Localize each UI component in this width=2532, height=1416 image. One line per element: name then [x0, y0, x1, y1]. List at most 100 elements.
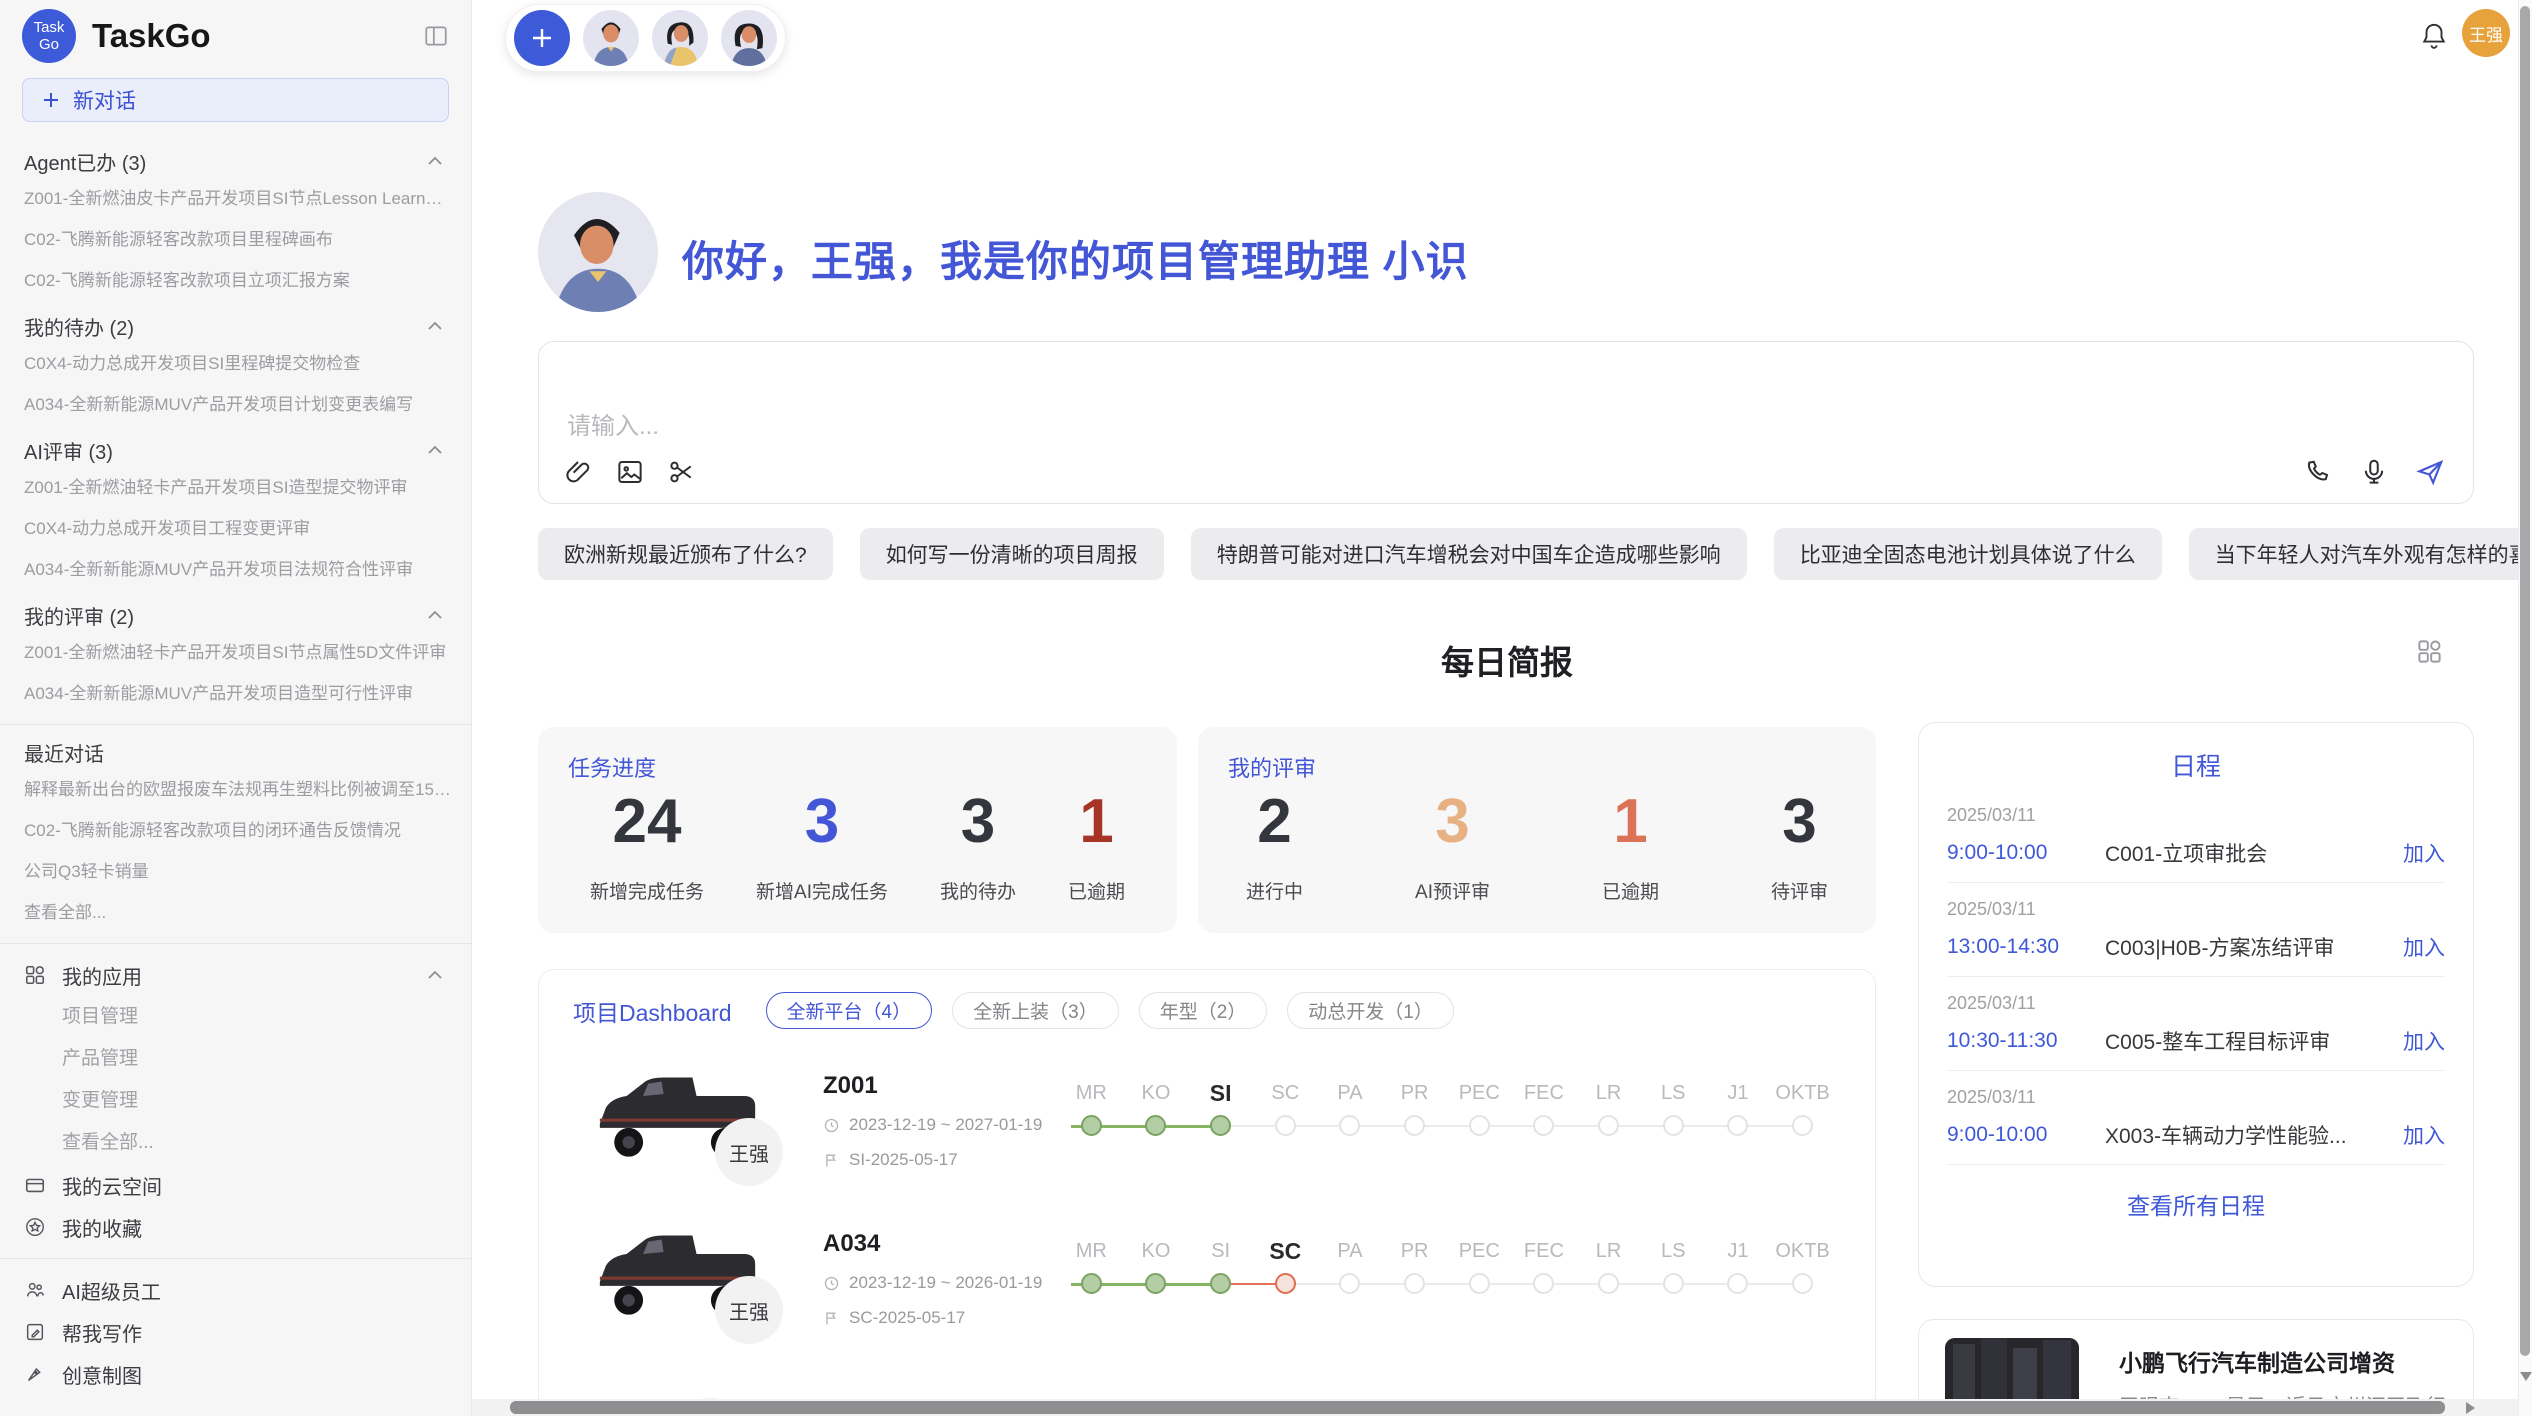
scroll-right-arrow-icon[interactable] [2466, 1402, 2475, 1414]
milestone-node[interactable] [1404, 1115, 1425, 1136]
section-my-review[interactable]: 我的评审 (2) [0, 598, 471, 632]
schedule-name: C001-立项审批会 [2105, 838, 2391, 868]
send-icon[interactable] [2415, 457, 2445, 487]
project-media: 王强 [589, 1218, 835, 1348]
section-agent-done[interactable]: Agent已办 (3) [0, 144, 471, 178]
suggestion-chip[interactable]: 特朗普可能对进口汽车增税会对中国车企造成哪些影响 [1191, 528, 1747, 580]
image-icon[interactable] [615, 457, 645, 487]
app-item-change-mgmt[interactable]: 变更管理 [0, 1080, 471, 1122]
milestone-node[interactable] [1339, 1115, 1360, 1136]
section-ai-review[interactable]: AI评审 (3) [0, 433, 471, 467]
milestone-node[interactable] [1598, 1273, 1619, 1294]
milestone-node[interactable] [1792, 1115, 1813, 1136]
sidebar-item[interactable]: A034-全新新能源MUV产品开发项目计划变更表编写 [0, 384, 471, 425]
scroll-down-arrow-icon[interactable] [2520, 1372, 2532, 1381]
sidebar-item[interactable]: Z001-全新燃油轻卡产品开发项目SI造型提交物评审 [0, 467, 471, 508]
view-all-chats[interactable]: 查看全部... [0, 892, 471, 933]
sidebar-item[interactable]: C02-飞腾新能源轻客改款项目立项汇报方案 [0, 260, 471, 301]
milestone-node[interactable] [1469, 1273, 1490, 1294]
phone-call-icon[interactable] [2303, 457, 2333, 487]
microphone-icon[interactable] [2359, 457, 2389, 487]
milestone-node-done[interactable] [1210, 1273, 1231, 1294]
milestone-label: SI [1211, 1234, 1230, 1268]
sidebar-item[interactable]: C0X4-动力总成开发项目工程变更评审 [0, 508, 471, 549]
join-meeting-link[interactable]: 加入 [2403, 838, 2445, 868]
milestone-node[interactable] [1598, 1115, 1619, 1136]
creative-draw-label: 创意制图 [62, 1360, 142, 1389]
sidebar-item-cloud-space[interactable]: 我的云空间 [0, 1164, 471, 1206]
sidebar-item[interactable]: C0X4-动力总成开发项目SI里程碑提交物检查 [0, 343, 471, 384]
tab-model-year[interactable]: 年型（2） [1139, 992, 1268, 1029]
sidebar-item[interactable]: A034-全新新能源MUV产品开发项目造型可行性评审 [0, 673, 471, 714]
collapse-sidebar-icon[interactable] [421, 23, 451, 49]
milestone-node[interactable] [1663, 1115, 1684, 1136]
tab-new-platform[interactable]: 全新平台（4） [766, 992, 933, 1029]
suggestion-chip[interactable]: 欧洲新规最近颁布了什么? [538, 528, 833, 580]
join-meeting-link[interactable]: 加入 [2403, 1026, 2445, 1056]
sidebar-item-ai-employee[interactable]: AI超级员工 [0, 1269, 471, 1311]
milestone-node[interactable] [1727, 1273, 1748, 1294]
agent-avatar[interactable] [583, 10, 639, 66]
scissors-icon[interactable] [667, 457, 697, 487]
schedule-time: 9:00-10:00 [1947, 841, 2105, 865]
milestone-node[interactable] [1339, 1273, 1360, 1294]
agent-avatar[interactable] [652, 10, 708, 66]
milestone-node[interactable] [1275, 1115, 1296, 1136]
milestone-node[interactable] [1404, 1273, 1425, 1294]
milestone-node[interactable] [1792, 1273, 1813, 1294]
suggestion-chip[interactable]: 比亚迪全固态电池计划具体说了什么 [1774, 528, 2162, 580]
milestone-label: PEC [1459, 1234, 1500, 1268]
notification-bell-icon[interactable] [2419, 20, 2449, 52]
milestone-node-done[interactable] [1081, 1273, 1102, 1294]
section-my-todo[interactable]: 我的待办 (2) [0, 309, 471, 343]
sidebar-item[interactable]: A034-全新新能源MUV产品开发项目法规符合性评审 [0, 549, 471, 590]
sidebar-item[interactable]: Z001-全新燃油皮卡产品开发项目SI节点Lesson Learn报告 [0, 178, 471, 219]
app-item-product-mgmt[interactable]: 产品管理 [0, 1038, 471, 1080]
project-row[interactable]: 王强 Z001 2023-12-19 ~ 2027-01-19 SI-2025-… [539, 1050, 1875, 1210]
briefing-layout-icon[interactable] [2416, 638, 2443, 665]
milestone-node-done[interactable] [1145, 1115, 1166, 1136]
owner-name: 王强 [729, 1296, 769, 1325]
milestone-node[interactable] [1469, 1115, 1490, 1136]
milestone-node-current[interactable] [1210, 1115, 1231, 1136]
recent-chat-item[interactable]: 公司Q3轻卡销量 [0, 851, 471, 892]
project-row[interactable]: 王强 A034 2023-12-19 ~ 2026-01-19 SC-2025-… [539, 1208, 1875, 1368]
tab-new-body[interactable]: 全新上装（3） [952, 992, 1119, 1029]
recent-chat-item[interactable]: 解释最新出台的欧盟报废车法规再生塑料比例被调至15%... [0, 769, 471, 810]
new-chat-button[interactable]: 新对话 [22, 78, 449, 122]
milestone-node-done[interactable] [1145, 1273, 1166, 1294]
milestone-node[interactable] [1727, 1115, 1748, 1136]
cloud-space-icon [24, 1174, 46, 1196]
milestone-node[interactable] [1663, 1273, 1684, 1294]
sidebar-item-favorites[interactable]: 我的收藏 [0, 1206, 471, 1248]
milestone-node-late[interactable] [1275, 1273, 1296, 1294]
sidebar-item[interactable]: C02-飞腾新能源轻客改款项目里程碑画布 [0, 219, 471, 260]
horizontal-scrollbar-thumb[interactable] [510, 1401, 2445, 1414]
sidebar-item[interactable]: Z001-全新燃油轻卡产品开发项目SI节点属性5D文件评审 [0, 632, 471, 673]
view-all-schedule-link[interactable]: 查看所有日程 [1947, 1187, 2445, 1221]
sidebar-item-creative-draw[interactable]: 创意制图 [0, 1353, 471, 1395]
milestone-node-done[interactable] [1081, 1115, 1102, 1136]
join-meeting-link[interactable]: 加入 [2403, 932, 2445, 962]
chat-input[interactable] [539, 342, 2473, 450]
tab-powertrain[interactable]: 动总开发（1） [1287, 992, 1454, 1029]
sidebar-item-help-write[interactable]: 帮我写作 [0, 1311, 471, 1353]
sidebar-item-my-apps[interactable]: 我的应用 [0, 954, 471, 996]
stat-value: 1 [1602, 789, 1659, 855]
suggestion-chip[interactable]: 如何写一份清晰的项目周报 [860, 528, 1164, 580]
schedule-title: 日程 [1947, 747, 2445, 783]
suggestion-chip[interactable]: 当下年轻人对汽车外观有怎样的喜好趋势 [2189, 528, 2532, 580]
view-all-apps[interactable]: 查看全部... [0, 1122, 471, 1164]
vertical-scrollbar-thumb[interactable] [2520, 6, 2530, 1356]
recent-chat-item[interactable]: C02-飞腾新能源轻客改款项目的闭环通告反馈情况 [0, 810, 471, 851]
clock-icon [823, 1117, 840, 1134]
join-meeting-link[interactable]: 加入 [2403, 1120, 2445, 1150]
user-avatar[interactable]: 王强 [2462, 9, 2510, 57]
apps-grid-icon [24, 964, 46, 986]
add-agent-button[interactable] [514, 10, 570, 66]
milestone-node[interactable] [1533, 1273, 1554, 1294]
attachment-icon[interactable] [563, 457, 593, 487]
app-item-project-mgmt[interactable]: 项目管理 [0, 996, 471, 1038]
milestone-node[interactable] [1533, 1115, 1554, 1136]
agent-avatar[interactable] [721, 10, 777, 66]
